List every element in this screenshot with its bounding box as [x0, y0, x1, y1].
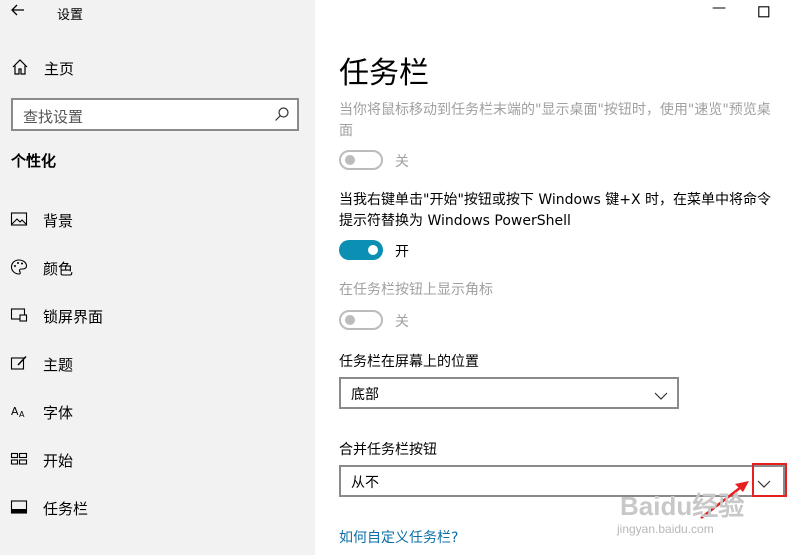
position-label: 任务栏在屏幕上的位置 — [339, 354, 479, 370]
sidebar-item-start[interactable]: 开始 — [0, 443, 315, 477]
sidebar-item-themes[interactable]: 主题 — [0, 347, 315, 381]
sidebar-item-label: 开始 — [43, 452, 74, 470]
search-placeholder: 查找设置 — [23, 108, 84, 126]
toggle-knob — [345, 155, 355, 165]
svg-text:A: A — [19, 410, 25, 419]
position-select[interactable]: 底部 — [339, 377, 679, 409]
combine-label: 合并任务栏按钮 — [339, 442, 437, 458]
select-value: 底部 — [351, 387, 379, 403]
sidebar-item-label: 字体 — [43, 404, 74, 422]
back-button[interactable] — [10, 2, 30, 22]
select-value: 从不 — [351, 475, 379, 491]
brush-icon — [10, 354, 28, 372]
help-link[interactable]: 如何自定义任务栏? — [339, 527, 458, 547]
chevron-down-icon — [654, 387, 668, 400]
maximize-button[interactable] — [758, 3, 772, 18]
minimize-button[interactable]: — — [712, 0, 726, 20]
picture-icon — [10, 210, 28, 228]
search-input[interactable]: 查找设置 — [11, 98, 299, 131]
page-title: 任务栏 — [339, 56, 429, 91]
sidebar-item-taskbar[interactable]: 任务栏 — [0, 491, 315, 525]
sidebar-item-background[interactable]: 背景 — [0, 203, 315, 237]
sidebar-item-fonts[interactable]: AA 字体 — [0, 395, 315, 429]
search-icon — [274, 106, 290, 122]
toggle-knob — [345, 315, 355, 325]
toggle-state-label: 关 — [395, 154, 409, 170]
toggle-state-label: 开 — [395, 244, 409, 260]
section-title: 个性化 — [11, 152, 57, 170]
sidebar-item-colors[interactable]: 颜色 — [0, 251, 315, 285]
setting-description: 当我右键单击"开始"按钮或按下 Windows 键+X 时，在菜单中将命令提示符… — [339, 192, 772, 229]
lock-screen-icon — [10, 306, 28, 324]
sidebar-item-label: 颜色 — [43, 260, 74, 278]
setting-description: 在任务栏按钮上显示角标 — [339, 282, 493, 298]
setting-description: 当你将鼠标移动到任务栏末端的"显示桌面"按钮时，使用"速览"预览桌面 — [339, 102, 771, 139]
sidebar-item-label: 背景 — [43, 212, 74, 230]
watermark-url: jingyan.baidu.com — [617, 522, 714, 536]
sidebar: 设置 主页 查找设置 个性化 背景 颜色 锁屏界面 主题 A A 字体 开始 任… — [0, 0, 315, 555]
peek-toggle[interactable] — [339, 150, 383, 170]
taskbar-icon — [10, 498, 28, 516]
sidebar-item-home[interactable]: 主页 — [0, 52, 315, 84]
svg-text:A: A — [11, 405, 19, 418]
home-icon — [11, 58, 29, 76]
toggle-knob — [368, 245, 378, 255]
start-icon — [10, 450, 28, 468]
sidebar-item-label: 锁屏界面 — [43, 308, 104, 326]
watermark-logo: Baidu经验 — [620, 491, 745, 521]
font-icon: AA — [10, 402, 28, 420]
sidebar-item-lock-screen[interactable]: 锁屏界面 — [0, 299, 315, 333]
sidebar-item-label: 主页 — [44, 60, 75, 78]
palette-icon — [10, 258, 28, 276]
sidebar-item-label: 主题 — [43, 356, 74, 374]
back-arrow-icon — [11, 4, 24, 16]
app-title: 设置 — [57, 8, 84, 23]
badges-toggle[interactable] — [339, 310, 383, 330]
sidebar-item-label: 任务栏 — [43, 500, 89, 518]
highlight-box — [752, 463, 787, 497]
toggle-state-label: 关 — [395, 314, 409, 330]
powershell-toggle[interactable] — [339, 240, 383, 260]
maximize-icon — [758, 6, 770, 18]
